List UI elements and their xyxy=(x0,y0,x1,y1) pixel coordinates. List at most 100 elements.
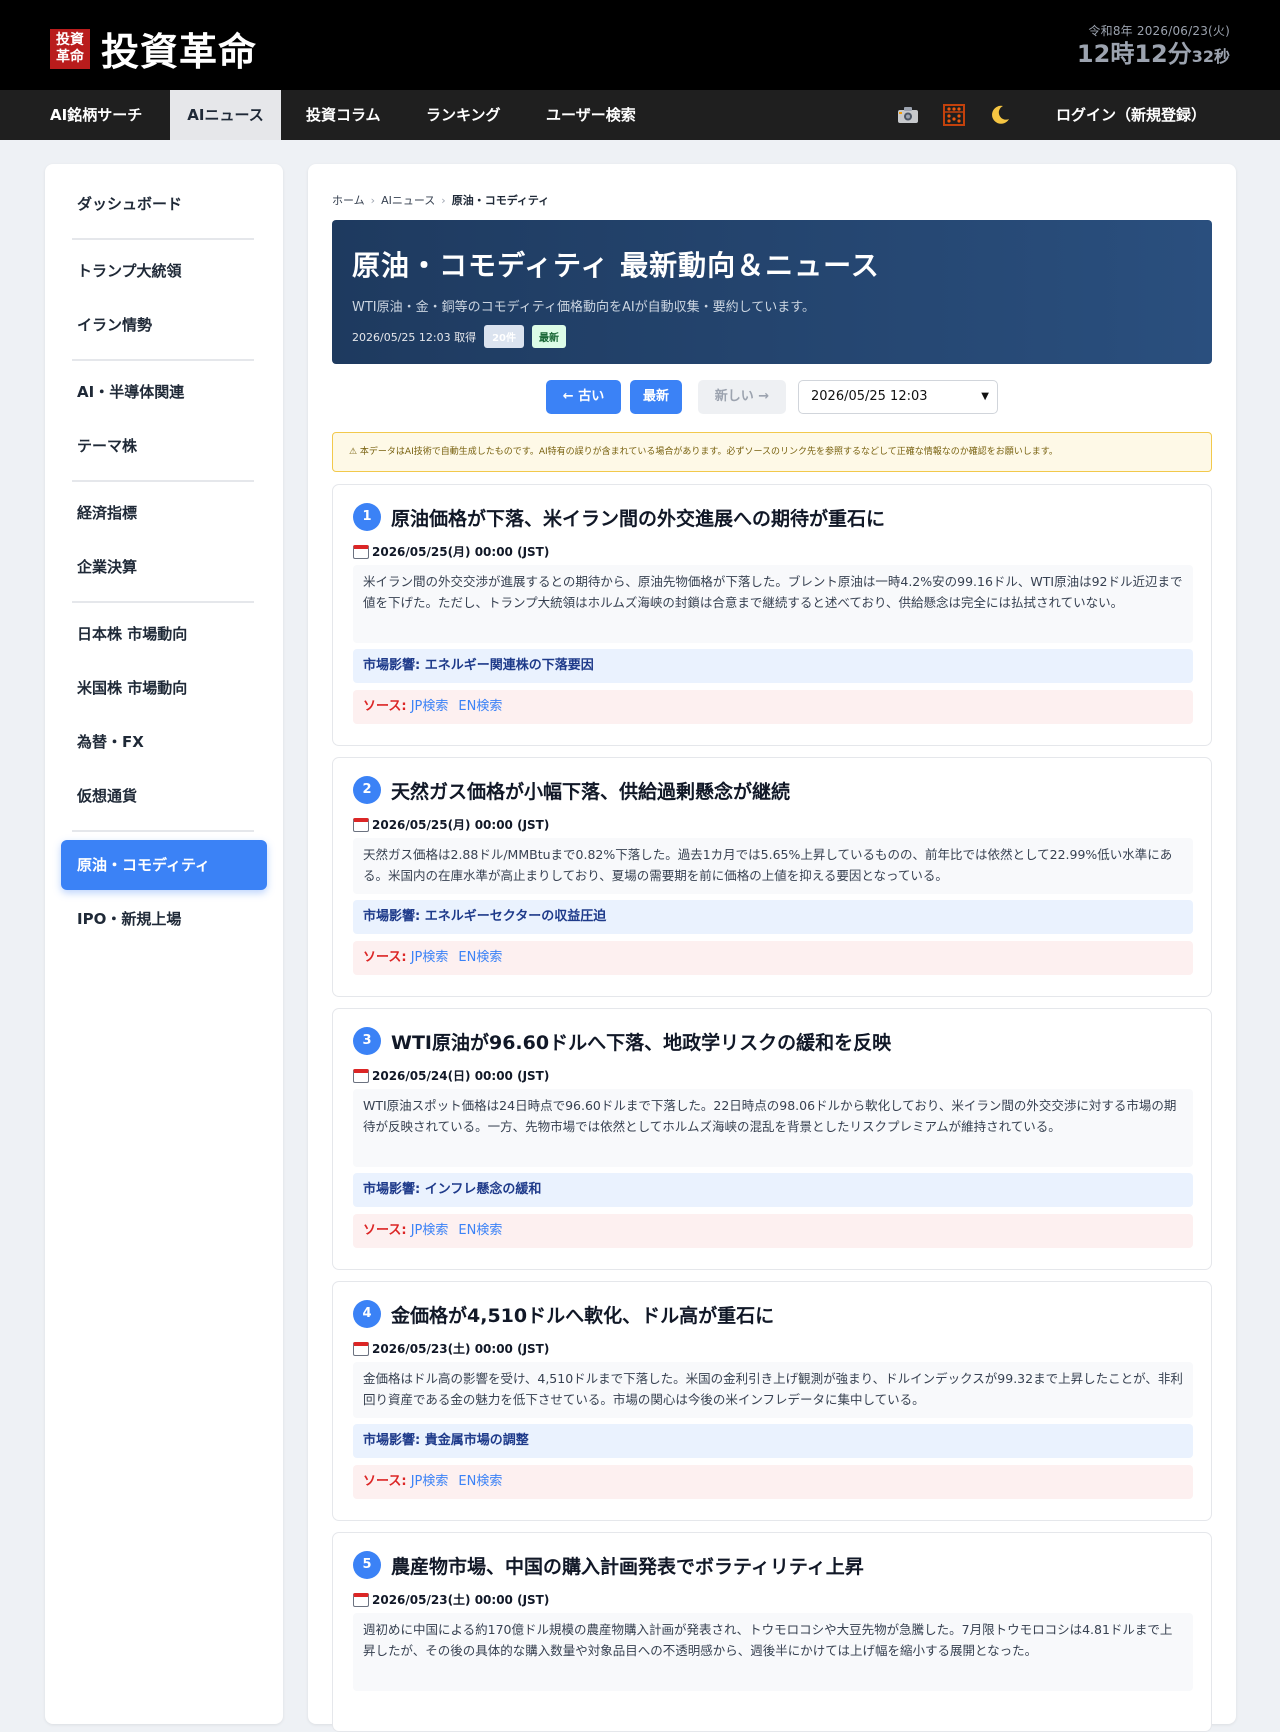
news-title-row: 2 天然ガス価格が小幅下落、供給過剰懸念が継続 xyxy=(353,776,790,804)
breadcrumb-sep: › xyxy=(370,194,376,207)
sidebar-item-econ[interactable]: 経済指標 xyxy=(61,488,267,538)
hero-banner: 原油・コモディティ 最新動向＆ニュース WTI原油・金・銅等のコモディティ価格動… xyxy=(332,220,1212,364)
jp-search-link[interactable]: JP検索 xyxy=(411,1223,449,1238)
nav-ai-stock-search[interactable]: AI銘柄サーチ xyxy=(34,90,158,140)
news-body: 天然ガス価格は2.88ドル/MMBtuまで0.82%下落した。過去1カ月では5.… xyxy=(353,838,1193,894)
logo-mark: 投資 革命 xyxy=(50,28,90,69)
news-body: 米イラン間の外交交渉が進展するとの期待から、原油先物価格が下落した。ブレント原油… xyxy=(353,565,1193,643)
source-label: ソース: xyxy=(363,950,407,965)
news-source: ソース: JP検索 EN検索 xyxy=(353,1214,1193,1248)
sidebar-item-ipo[interactable]: IPO・新規上場 xyxy=(61,894,267,944)
sidebar-item-jp-market[interactable]: 日本株 市場動向 xyxy=(61,609,267,659)
chevron-down-icon: ▼ xyxy=(981,391,989,402)
news-number: 4 xyxy=(353,1300,381,1328)
abacus-icon[interactable] xyxy=(939,100,969,130)
page-subtitle: WTI原油・金・銅等のコモディティ価格動向をAIが自動収集・要約しています。 xyxy=(352,300,815,315)
news-title-row: 5 農産物市場、中国の購入計画発表でボラティリティ上昇 xyxy=(353,1551,864,1579)
news-source: ソース: JP検索 EN検索 xyxy=(353,690,1193,724)
news-card: 2 天然ガス価格が小幅下落、供給過剰懸念が継続 2026/05/25(月) 00:… xyxy=(332,757,1212,997)
en-search-link[interactable]: EN検索 xyxy=(458,950,502,965)
breadcrumb-home[interactable]: ホーム xyxy=(332,194,365,207)
news-title[interactable]: 農産物市場、中国の購入計画発表でボラティリティ上昇 xyxy=(391,1552,864,1579)
jp-search-link[interactable]: JP検索 xyxy=(411,950,449,965)
clock: 令和8年 2026/06/23(火) 12時12分32秒 xyxy=(1077,22,1230,72)
older-button[interactable]: ← 古い xyxy=(546,380,621,414)
sidebar-item-trump[interactable]: トランプ大統領 xyxy=(61,246,267,296)
sidebar-item-dashboard[interactable]: ダッシュボード xyxy=(61,179,267,229)
impact-label: 市場影響: xyxy=(363,1433,421,1448)
news-impact: 市場影響: エネルギーセクターの収益圧迫 xyxy=(353,900,1193,934)
newer-button[interactable]: 新しい → xyxy=(698,380,786,414)
en-search-link[interactable]: EN検索 xyxy=(458,699,502,714)
page-title: 原油・コモディティ 最新動向＆ニュース xyxy=(352,249,880,282)
news-title[interactable]: WTI原油が96.60ドルへ下落、地政学リスクの緩和を反映 xyxy=(391,1028,891,1055)
calendar-icon xyxy=(353,1592,369,1607)
news-title[interactable]: 天然ガス価格が小幅下落、供給過剰懸念が継続 xyxy=(391,777,790,804)
calendar-icon xyxy=(353,544,369,559)
sidebar-item-theme[interactable]: テーマ株 xyxy=(61,421,267,471)
sidebar-divider xyxy=(72,359,254,361)
clock-date: 令和8年 2026/06/23(火) xyxy=(1088,24,1230,38)
nav-user-search[interactable]: ユーザー検索 xyxy=(530,90,652,140)
news-number: 1 xyxy=(353,503,381,531)
impact-text: インフレ懸念の緩和 xyxy=(424,1182,542,1197)
news-number: 5 xyxy=(353,1551,381,1579)
news-title[interactable]: 原油価格が下落、米イラン間の外交進展への期待が重石に xyxy=(391,504,885,531)
news-date-text: 2026/05/25(月) 00:00 (JST) xyxy=(372,818,550,832)
breadcrumb-current: 原油・コモディティ xyxy=(451,194,550,207)
impact-text: 貴金属市場の調整 xyxy=(424,1433,529,1448)
news-title-row: 1 原油価格が下落、米イラン間の外交進展への期待が重石に xyxy=(353,503,885,531)
calendar-icon xyxy=(353,1341,369,1356)
news-card: 1 原油価格が下落、米イラン間の外交進展への期待が重石に 2026/05/25(月… xyxy=(332,484,1212,746)
news-card: 3 WTI原油が96.60ドルへ下落、地政学リスクの緩和を反映 2026/05/2… xyxy=(332,1008,1212,1270)
moon-icon[interactable] xyxy=(985,100,1015,130)
en-search-link[interactable]: EN検索 xyxy=(458,1474,502,1489)
sidebar-item-fx[interactable]: 為替・FX xyxy=(61,717,267,767)
logo-text: 投資革命 xyxy=(101,30,258,74)
nav-ranking[interactable]: ランキング xyxy=(410,90,517,140)
camera-icon[interactable] xyxy=(893,100,923,130)
source-label: ソース: xyxy=(363,699,407,714)
ai-notice: ⚠ 本データはAI技術で自動生成したものです。AI特有の誤りが含まれている場合が… xyxy=(332,432,1212,472)
sidebar-item-us-market[interactable]: 米国株 市場動向 xyxy=(61,663,267,713)
count-badge: 20件 xyxy=(484,325,525,348)
sidebar-item-ai-semi[interactable]: AI・半導体関連 xyxy=(61,367,267,417)
news-date-text: 2026/05/25(月) 00:00 (JST) xyxy=(372,545,550,559)
sidebar-item-commodity[interactable]: 原油・コモディティ xyxy=(61,840,267,890)
news-number: 2 xyxy=(353,776,381,804)
sidebar-item-iran[interactable]: イラン情勢 xyxy=(61,300,267,350)
news-date-text: 2026/05/23(土) 00:00 (JST) xyxy=(372,1593,550,1607)
news-title[interactable]: 金価格が4,510ドルへ軟化、ドル高が重石に xyxy=(391,1301,774,1328)
jp-search-link[interactable]: JP検索 xyxy=(411,1474,449,1489)
calendar-icon xyxy=(353,817,369,832)
site-logo[interactable]: 投資 革命 投資革命 xyxy=(50,21,257,76)
breadcrumb-ai-news[interactable]: AIニュース xyxy=(381,194,435,207)
news-date-text: 2026/05/23(土) 00:00 (JST) xyxy=(372,1342,550,1356)
jp-search-link[interactable]: JP検索 xyxy=(411,699,449,714)
sidebar-divider xyxy=(72,601,254,603)
nav-ai-news[interactable]: AIニュース xyxy=(170,90,281,140)
fetched-time: 2026/05/25 12:03 取得 xyxy=(352,330,477,344)
snapshot-select[interactable]: 2026/05/25 12:03 ▼ xyxy=(798,380,998,414)
news-impact: 市場影響: エネルギー関連株の下落要因 xyxy=(353,649,1193,683)
sidebar-item-crypto[interactable]: 仮想通貨 xyxy=(61,771,267,821)
news-date: 2026/05/25(月) 00:00 (JST) xyxy=(353,816,549,833)
clock-time: 12時12分32秒 xyxy=(1077,39,1230,72)
en-search-link[interactable]: EN検索 xyxy=(458,1223,502,1238)
source-label: ソース: xyxy=(363,1474,407,1489)
clock-hm: 12時12分 xyxy=(1076,40,1192,68)
impact-label: 市場影響: xyxy=(363,658,421,673)
sidebar-item-earnings[interactable]: 企業決算 xyxy=(61,542,267,592)
news-body: 金価格はドル高の影響を受け、4,510ドルまで下落した。米国の金利引き上げ観測が… xyxy=(353,1362,1193,1418)
nav-column[interactable]: 投資コラム xyxy=(290,90,397,140)
latest-button[interactable]: 最新 xyxy=(630,380,682,414)
source-label: ソース: xyxy=(363,1223,407,1238)
news-date: 2026/05/23(土) 00:00 (JST) xyxy=(353,1591,549,1608)
snapshot-select-value: 2026/05/25 12:03 xyxy=(811,389,928,404)
sidebar-divider xyxy=(72,480,254,482)
news-date-text: 2026/05/24(日) 00:00 (JST) xyxy=(372,1069,550,1083)
breadcrumb-sep: › xyxy=(441,194,446,207)
news-impact: 市場影響: インフレ懸念の緩和 xyxy=(353,1173,1193,1207)
login-link[interactable]: ログイン（新規登録） xyxy=(1040,90,1222,140)
clock-sec: 32秒 xyxy=(1191,47,1230,66)
